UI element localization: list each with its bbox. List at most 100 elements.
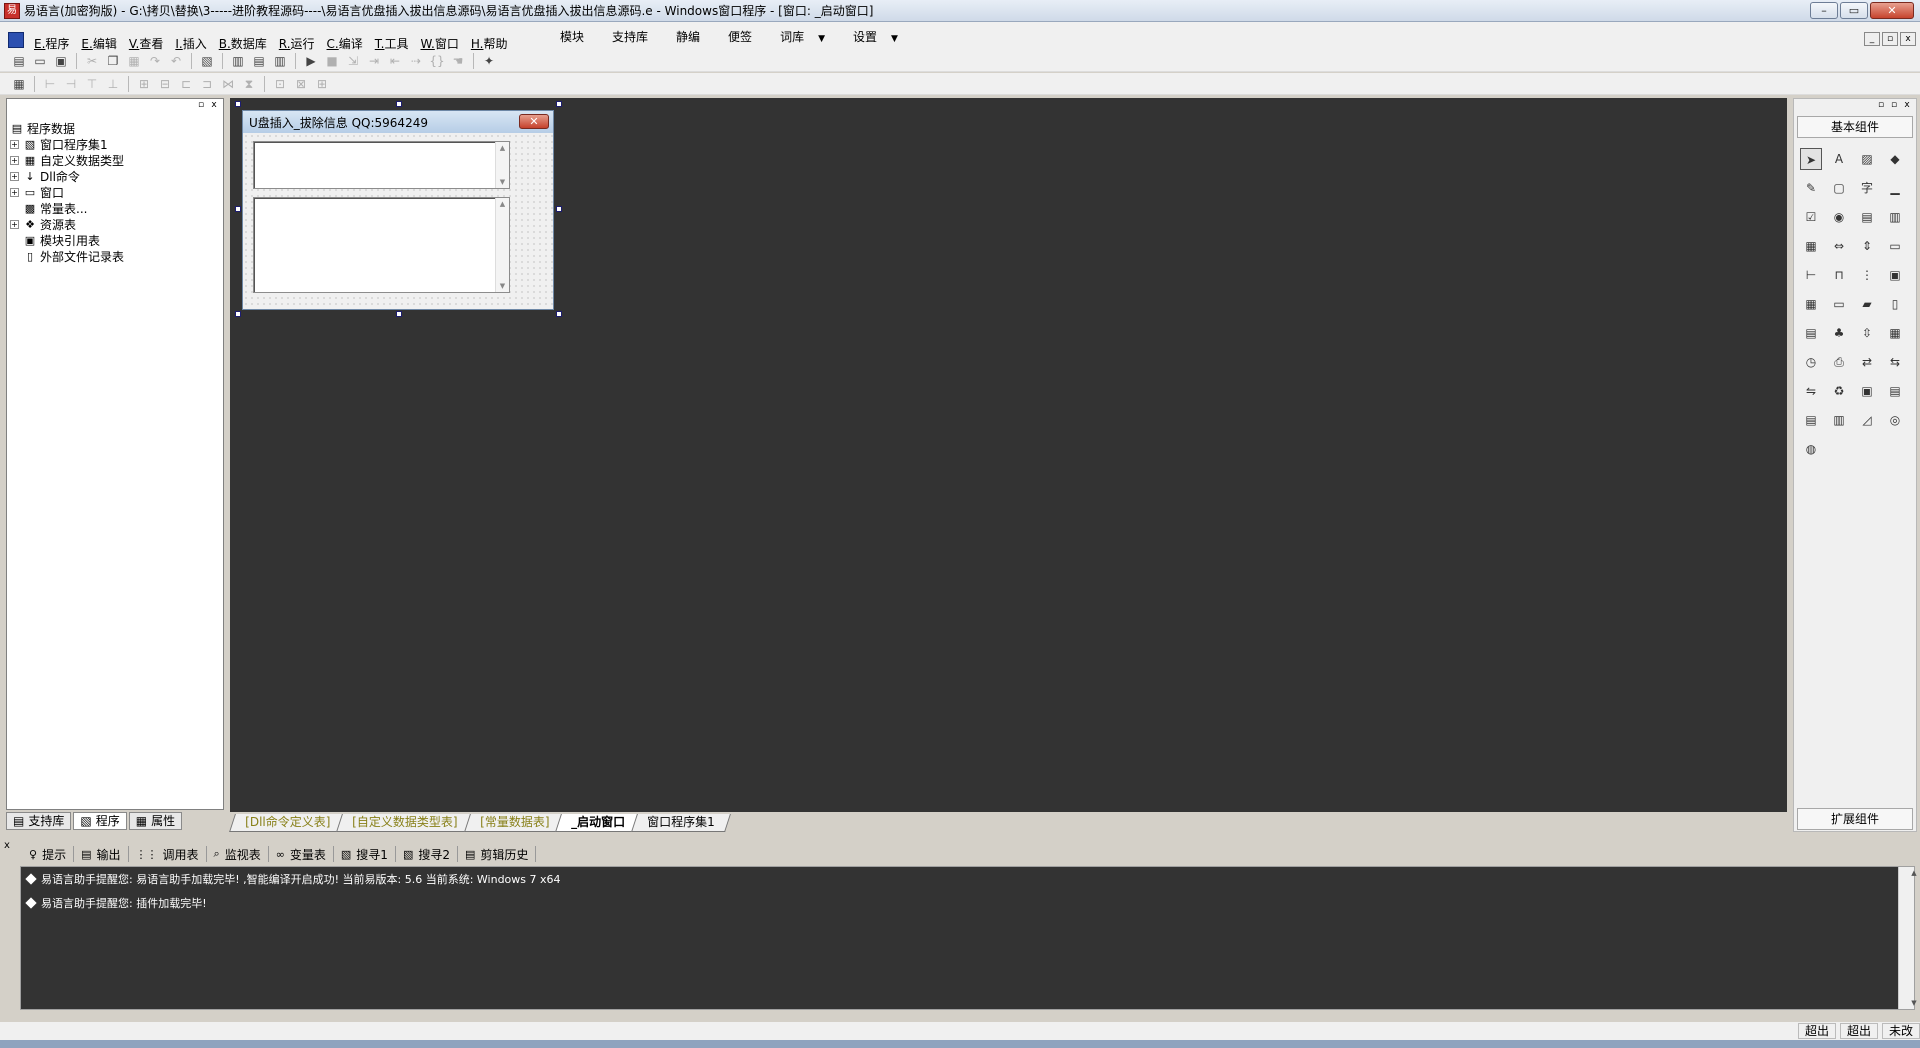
step-over-icon[interactable]: ⇥	[365, 52, 383, 70]
image-list-icon[interactable]: ▣	[1884, 264, 1906, 286]
shape-icon[interactable]: ◆	[1884, 148, 1906, 170]
panel-close-icon[interactable]: x	[1902, 100, 1912, 110]
new-file-icon[interactable]: ▤	[10, 52, 28, 70]
pointer-icon[interactable]: ➤	[1800, 148, 1822, 170]
timer-icon[interactable]: ◷	[1800, 351, 1822, 373]
tree-item[interactable]: ▯ 外部文件记录表	[10, 248, 124, 264]
tab-call-stack[interactable]: ⋮⋮ 调用表	[129, 846, 207, 862]
picture-box-icon[interactable]: ▨	[1856, 148, 1878, 170]
paste-icon[interactable]: ▦	[125, 52, 143, 70]
edit-box-bottom[interactable]: ▲ ▼	[253, 197, 510, 293]
tab-window-assembly[interactable]: 窗口程序集1	[631, 814, 731, 832]
network-icon[interactable]: ⇋	[1800, 380, 1822, 402]
odbc-source-icon[interactable]: ◍	[1800, 438, 1822, 460]
tree-item[interactable]: + ↓ Dll命令	[10, 168, 124, 184]
breakpoint-icon[interactable]: {}	[428, 52, 446, 70]
scroll-down-icon[interactable]: ▼	[496, 178, 509, 186]
printer-icon[interactable]: ⎙	[1828, 351, 1850, 373]
frame-icon[interactable]: ▣	[1856, 380, 1878, 402]
datagrid-icon[interactable]: ▦	[1884, 322, 1906, 344]
checkbox-icon[interactable]: ☑	[1800, 206, 1822, 228]
resize-handle[interactable]	[556, 206, 562, 212]
maximize-button[interactable]: ▭	[1840, 2, 1868, 19]
dir-box-icon[interactable]: ▰	[1856, 293, 1878, 315]
tab-hint[interactable]: ♀ 提示	[22, 846, 75, 862]
expand-icon[interactable]: +	[10, 187, 19, 197]
tab-search-1[interactable]: ▧ 搜寻1	[334, 846, 396, 862]
find-icon[interactable]: ▧	[198, 52, 216, 70]
scroll-down-icon[interactable]: ▼	[496, 282, 509, 290]
scroll-up-icon[interactable]: ▲	[1907, 869, 1920, 877]
align-right-icon[interactable]: ⊣	[62, 75, 80, 93]
same-width-icon[interactable]: ⊏	[177, 75, 195, 93]
align-left-icon[interactable]: ⊢	[41, 75, 59, 93]
tab-watch[interactable]: ⌕ 监视表	[207, 846, 269, 862]
button-icon[interactable]: ▁	[1884, 177, 1906, 199]
listbox-icon[interactable]: ▥	[1884, 206, 1906, 228]
center-form-icon[interactable]: ⊞	[313, 75, 331, 93]
tree-item[interactable]: + ▧ 窗口程序集1	[10, 136, 124, 152]
tab-properties[interactable]: ▦ 属性	[128, 812, 183, 830]
space-v-icon[interactable]: ⧗	[240, 75, 258, 93]
scroll-up-icon[interactable]: ▲	[496, 144, 509, 152]
extended-components-footer[interactable]: 扩展组件	[1797, 808, 1913, 830]
center-h-icon[interactable]: ⊞	[135, 75, 153, 93]
tree-item[interactable]: + ▭ 窗口	[10, 184, 124, 200]
panel-pin-icon[interactable]: ▫	[1876, 100, 1886, 110]
output-scrollbar[interactable]: ▲ ▼	[1898, 867, 1917, 1009]
groupbox-icon[interactable]: ▢	[1828, 177, 1850, 199]
space-h-icon[interactable]: ⋈	[219, 75, 237, 93]
dbnav-icon[interactable]: ▥	[1828, 409, 1850, 431]
tab-output[interactable]: ▤ 输出	[74, 846, 129, 862]
layout-3-icon[interactable]: ▥	[271, 52, 289, 70]
chart-icon[interactable]: ◿	[1856, 409, 1878, 431]
vscroll-icon[interactable]: ⇕	[1856, 235, 1878, 257]
run-icon[interactable]: ▶	[302, 52, 320, 70]
basic-components-header[interactable]: 基本组件	[1797, 116, 1913, 138]
center-form-v-icon[interactable]: ⊠	[292, 75, 310, 93]
combobox-icon[interactable]: ▤	[1856, 206, 1878, 228]
tab-constants[interactable]: [常量数据表]	[463, 814, 565, 832]
tree-item[interactable]: ▩ 常量表...	[10, 200, 124, 216]
panel-close-icon[interactable]: x	[209, 100, 219, 110]
tab-clip-history[interactable]: ▤ 剪辑历史	[458, 846, 537, 862]
save-icon[interactable]: ▣	[52, 52, 70, 70]
dbgrid-icon[interactable]: ▤	[1800, 409, 1822, 431]
hotkey-icon[interactable]: ♣	[1828, 322, 1850, 344]
slider-icon[interactable]: ⊢	[1800, 264, 1822, 286]
open-folder-icon[interactable]: ▭	[31, 52, 49, 70]
step-out-icon[interactable]: ⇤	[386, 52, 404, 70]
file-box-icon[interactable]: ▯	[1884, 293, 1906, 315]
menu-support-lib[interactable]: 支持库	[612, 28, 648, 45]
menu-static-compile[interactable]: 静编	[676, 28, 700, 45]
edit-scrollbar[interactable]: ▲ ▼	[495, 142, 509, 188]
menu-dictionary[interactable]: 词库 ▼	[780, 28, 825, 45]
cut-icon[interactable]: ✂	[83, 52, 101, 70]
design-form-window[interactable]: U盘插入_拔除信息 QQ:5964249 ✕ ▲ ▼ ▲ ▼	[242, 110, 554, 310]
output-close-icon[interactable]: x	[4, 840, 10, 851]
scroll-up-icon[interactable]: ▲	[496, 200, 509, 208]
menu-module[interactable]: 模块	[560, 28, 584, 45]
hscroll-icon[interactable]: ⇔	[1828, 235, 1850, 257]
radio-icon[interactable]: ◉	[1828, 206, 1850, 228]
tab-custom-types[interactable]: [自定义数据类型表]	[336, 814, 474, 832]
edit-scrollbar[interactable]: ▲ ▼	[495, 198, 509, 292]
form-client-area[interactable]: ▲ ▼ ▲ ▼	[243, 133, 553, 309]
data-source-icon[interactable]: ⇄	[1856, 351, 1878, 373]
resize-handle[interactable]	[556, 311, 562, 317]
tab-program[interactable]: ▧ 程序	[73, 812, 127, 830]
tree-root[interactable]: ▤ 程序数据	[10, 120, 124, 136]
mdi-minimize-button[interactable]: _	[1864, 32, 1880, 46]
tab-search-2[interactable]: ▧ 搜寻2	[396, 846, 458, 862]
helper-icon[interactable]: ✦	[480, 52, 498, 70]
expand-icon[interactable]: +	[10, 139, 19, 149]
same-height-icon[interactable]: ⊐	[198, 75, 216, 93]
center-form-h-icon[interactable]: ⊡	[271, 75, 289, 93]
hand-icon[interactable]: ☚	[449, 52, 467, 70]
tree-item[interactable]: ▣ 模块引用表	[10, 232, 124, 248]
step-into-icon[interactable]: ⇲	[344, 52, 362, 70]
tab-dll-commands[interactable]: [Dll命令定义表]	[229, 814, 347, 832]
resize-handle[interactable]	[556, 101, 562, 107]
panel-restore-icon[interactable]: ▫	[1889, 100, 1899, 110]
table-icon[interactable]: ▦	[1800, 293, 1822, 315]
